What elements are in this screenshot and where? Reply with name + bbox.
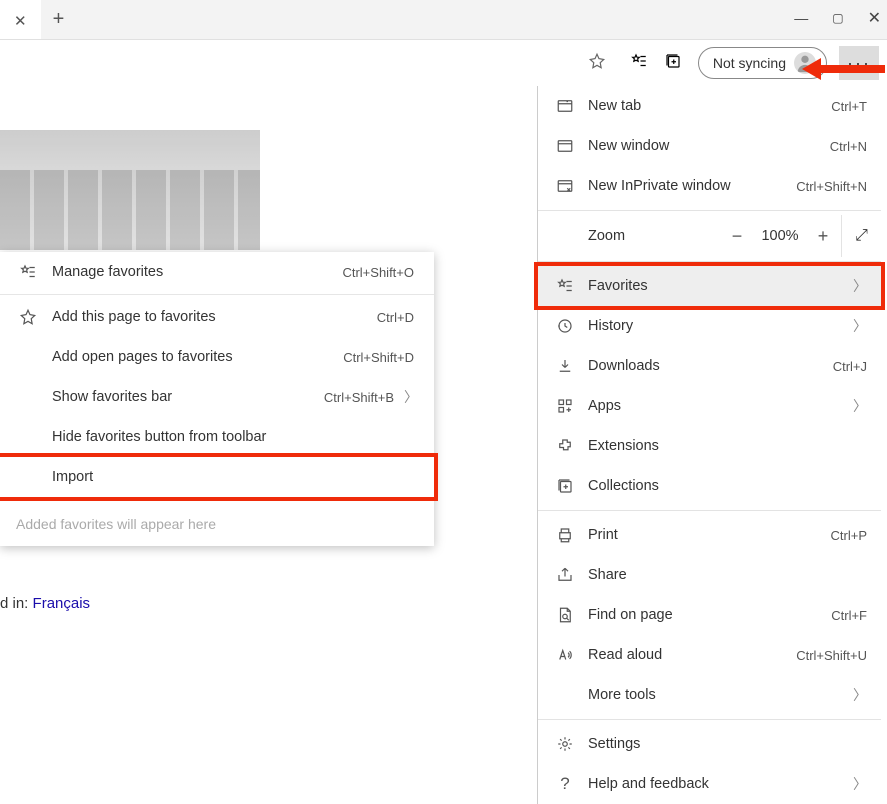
zoom-value: 100% — [755, 228, 805, 244]
new-tab-icon — [552, 97, 578, 115]
submenu-add-page[interactable]: Add this page to favorites Ctrl+D — [0, 297, 434, 337]
submenu-add-open-pages[interactable]: Add open pages to favorites Ctrl+Shift+D — [0, 337, 434, 377]
favorites-icon — [552, 277, 578, 295]
print-icon — [552, 526, 578, 544]
favorites-list-icon[interactable] — [630, 52, 648, 75]
main-menu: New tab Ctrl+T New window Ctrl+N New InP… — [537, 86, 881, 804]
toolbar: Not syncing ··· — [0, 40, 887, 86]
collections-icon — [552, 477, 578, 495]
chevron-right-icon: 〉 — [853, 276, 867, 296]
find-icon — [552, 606, 578, 624]
window-icon — [552, 137, 578, 155]
menu-more-tools[interactable]: More tools 〉 — [538, 675, 881, 715]
menu-read-aloud[interactable]: Read aloud Ctrl+Shift+U — [538, 635, 881, 675]
menu-print[interactable]: Print Ctrl+P — [538, 515, 881, 555]
submenu-import[interactable]: Import — [0, 457, 434, 497]
menu-zoom: Zoom − 100% + ⤢ — [538, 215, 881, 257]
menu-find[interactable]: Find on page Ctrl+F — [538, 595, 881, 635]
submenu-hide-favorites-button[interactable]: Hide favorites button from toolbar — [0, 417, 434, 457]
menu-history[interactable]: History 〉 — [538, 306, 881, 346]
menu-favorites[interactable]: Favorites 〉 — [538, 266, 881, 306]
close-tab-icon[interactable]: ✕ — [10, 8, 31, 34]
menu-new-window[interactable]: New window Ctrl+N — [538, 126, 881, 166]
menu-new-tab[interactable]: New tab Ctrl+T — [538, 86, 881, 126]
active-tab[interactable]: ✕ — [0, 0, 41, 39]
inprivate-icon — [552, 177, 578, 195]
chevron-right-icon: 〉 — [853, 774, 867, 794]
zoom-out-button[interactable]: − — [719, 226, 755, 247]
close-window-icon[interactable]: ✕ — [868, 8, 881, 28]
page-doodle-image — [0, 130, 260, 250]
chevron-right-icon: 〉 — [853, 685, 867, 705]
menu-extensions[interactable]: Extensions — [538, 426, 881, 466]
window-controls: — ▢ ✕ — [794, 0, 881, 36]
titlebar: ✕ + — ▢ ✕ — [0, 0, 887, 40]
chevron-right-icon: 〉 — [853, 396, 867, 416]
submenu-show-favorites-bar[interactable]: Show favorites bar Ctrl+Shift+B 〉 — [0, 377, 434, 417]
menu-help[interactable]: ? Help and feedback 〉 — [538, 764, 881, 804]
fullscreen-button[interactable]: ⤢ — [841, 215, 881, 257]
history-icon — [552, 317, 578, 335]
read-aloud-icon — [552, 646, 578, 664]
language-link[interactable]: Français — [33, 595, 91, 612]
download-icon — [552, 357, 578, 375]
favorites-icon — [16, 263, 40, 281]
menu-collections[interactable]: Collections — [538, 466, 881, 506]
menu-downloads[interactable]: Downloads Ctrl+J — [538, 346, 881, 386]
language-row: d in: Français — [0, 595, 90, 612]
share-icon — [552, 566, 578, 584]
apps-icon — [552, 397, 578, 415]
submenu-manage-favorites[interactable]: Manage favorites Ctrl+Shift+O — [0, 252, 434, 292]
annotation-arrow — [797, 54, 887, 89]
chevron-right-icon: 〉 — [853, 316, 867, 336]
menu-share[interactable]: Share — [538, 555, 881, 595]
menu-new-inprivate[interactable]: New InPrivate window Ctrl+Shift+N — [538, 166, 881, 206]
menu-apps[interactable]: Apps 〉 — [538, 386, 881, 426]
maximize-icon[interactable]: ▢ — [832, 11, 843, 25]
help-icon: ? — [552, 774, 578, 794]
favorites-submenu: Manage favorites Ctrl+Shift+O Add this p… — [0, 252, 434, 546]
menu-settings[interactable]: Settings — [538, 724, 881, 764]
star-icon — [16, 308, 40, 326]
sync-label: Not syncing — [713, 55, 786, 71]
collections-icon[interactable] — [664, 52, 682, 75]
new-tab-button[interactable]: + — [41, 8, 77, 31]
minimize-icon[interactable]: — — [794, 10, 808, 26]
extensions-icon — [552, 437, 578, 455]
chevron-right-icon: 〉 — [398, 387, 418, 407]
favorite-page-icon[interactable] — [588, 52, 606, 75]
gear-icon — [552, 735, 578, 753]
submenu-placeholder: Added favorites will appear here — [0, 502, 434, 546]
zoom-in-button[interactable]: + — [805, 226, 841, 247]
